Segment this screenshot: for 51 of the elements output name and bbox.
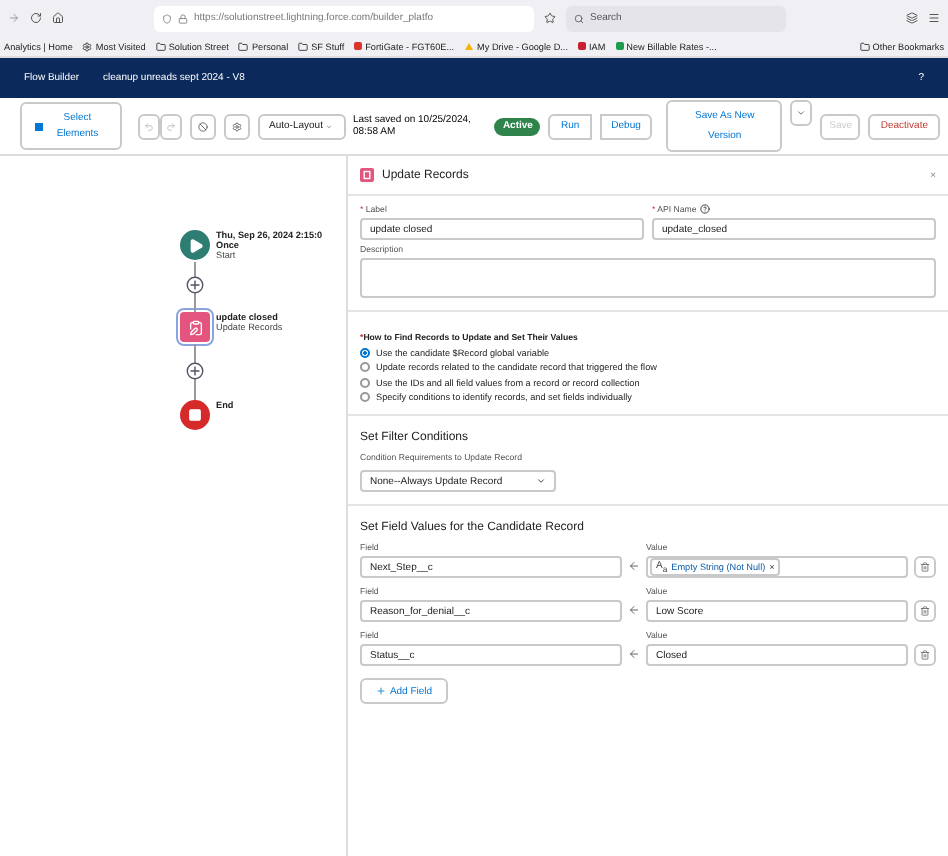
- forward-icon[interactable]: [8, 12, 20, 24]
- cancel-button[interactable]: [189, 113, 215, 139]
- radio-button[interactable]: [360, 392, 370, 402]
- ban-icon: [197, 121, 207, 131]
- info-icon: [700, 204, 711, 214]
- left-arrow-icon: [628, 648, 640, 660]
- clipboard-icon: [187, 319, 203, 335]
- undo-button[interactable]: [137, 113, 159, 139]
- description-field[interactable]: [360, 258, 936, 298]
- end-node-icon[interactable]: [180, 400, 210, 430]
- update-records-icon: [360, 168, 374, 182]
- trash-icon: [920, 562, 930, 572]
- undo-icon: [143, 121, 153, 131]
- caret-icon: [796, 108, 807, 118]
- folder-icon: [298, 41, 309, 51]
- radio-button[interactable]: [360, 362, 370, 372]
- settings-button[interactable]: [223, 113, 249, 139]
- update-node-icon[interactable]: [180, 312, 210, 342]
- add-element-button[interactable]: [186, 362, 204, 380]
- trash-icon: [920, 650, 930, 660]
- plus-icon: [375, 686, 386, 696]
- folder-icon: [238, 41, 249, 51]
- delete-button[interactable]: [914, 600, 936, 622]
- start-node-icon[interactable]: [180, 230, 210, 260]
- add-element-button[interactable]: [186, 276, 204, 294]
- menu-icon[interactable]: [928, 12, 940, 24]
- dropdown-button[interactable]: [790, 100, 813, 126]
- gear-icon: [82, 41, 93, 51]
- radio-button[interactable]: [360, 377, 370, 387]
- delete-button[interactable]: [914, 644, 936, 666]
- search-icon: [574, 13, 584, 23]
- reload-icon[interactable]: [30, 12, 42, 24]
- folder-icon: [155, 41, 166, 51]
- settings-icon: [231, 121, 241, 131]
- left-arrow-icon: [628, 560, 640, 572]
- radio-button[interactable]: [360, 347, 370, 357]
- folder-icon: [859, 41, 870, 51]
- caret-icon: [536, 476, 546, 486]
- triangle-icon: [464, 41, 475, 51]
- lock-icon: [178, 13, 188, 23]
- trash-icon: [920, 606, 930, 616]
- play-icon: [187, 237, 203, 253]
- left-arrow-icon: [628, 604, 640, 616]
- star-icon[interactable]: [544, 12, 556, 24]
- square-icon: [188, 408, 202, 422]
- home-icon[interactable]: [52, 12, 64, 24]
- redo-icon: [165, 121, 175, 131]
- shield-icon: [162, 13, 172, 23]
- delete-button[interactable]: [914, 556, 936, 578]
- select-icon: [33, 121, 44, 131]
- redo-button[interactable]: [159, 113, 181, 139]
